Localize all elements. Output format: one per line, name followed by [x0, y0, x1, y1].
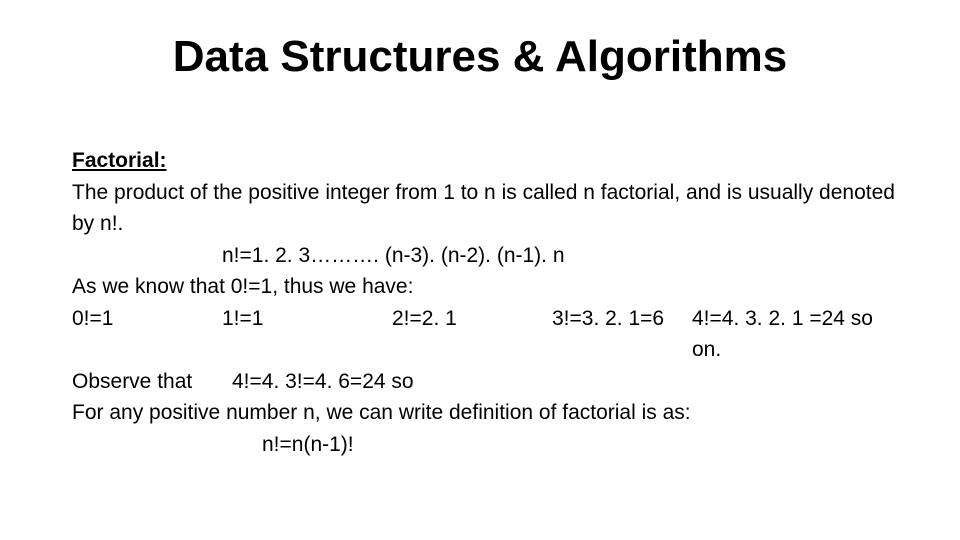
- paragraph-zero-fact: As we know that 0!=1, thus we have:: [72, 271, 902, 303]
- slide-body: Factorial: The product of the positive i…: [72, 145, 902, 460]
- example-1: 1!=1: [222, 303, 392, 366]
- paragraph-intro: The product of the positive integer from…: [72, 177, 902, 240]
- slide-title: Data Structures & Algorithms: [0, 32, 960, 82]
- observe-value: 4!=4. 3!=4. 6=24 so: [232, 366, 902, 398]
- paragraph-definition: For any positive number n, we can write …: [72, 397, 902, 429]
- factorial-examples-row: 0!=1 1!=1 2!=2. 1 3!=3. 2. 1=6 4!=4. 3. …: [72, 303, 902, 366]
- example-2: 2!=2. 1: [392, 303, 552, 366]
- observe-row: Observe that 4!=4. 3!=4. 6=24 so: [72, 366, 902, 398]
- slide: Data Structures & Algorithms Factorial: …: [0, 0, 960, 540]
- observe-label: Observe that: [72, 366, 232, 398]
- example-0: 0!=1: [72, 303, 222, 366]
- section-heading: Factorial:: [72, 145, 902, 177]
- formula-recursive: n!=n(n-1)!: [72, 429, 902, 461]
- example-3: 3!=3. 2. 1=6: [552, 303, 692, 366]
- formula-product: n!=1. 2. 3………. (n-3). (n-2). (n-1). n: [72, 240, 902, 272]
- example-4: 4!=4. 3. 2. 1 =24 so on.: [692, 303, 902, 366]
